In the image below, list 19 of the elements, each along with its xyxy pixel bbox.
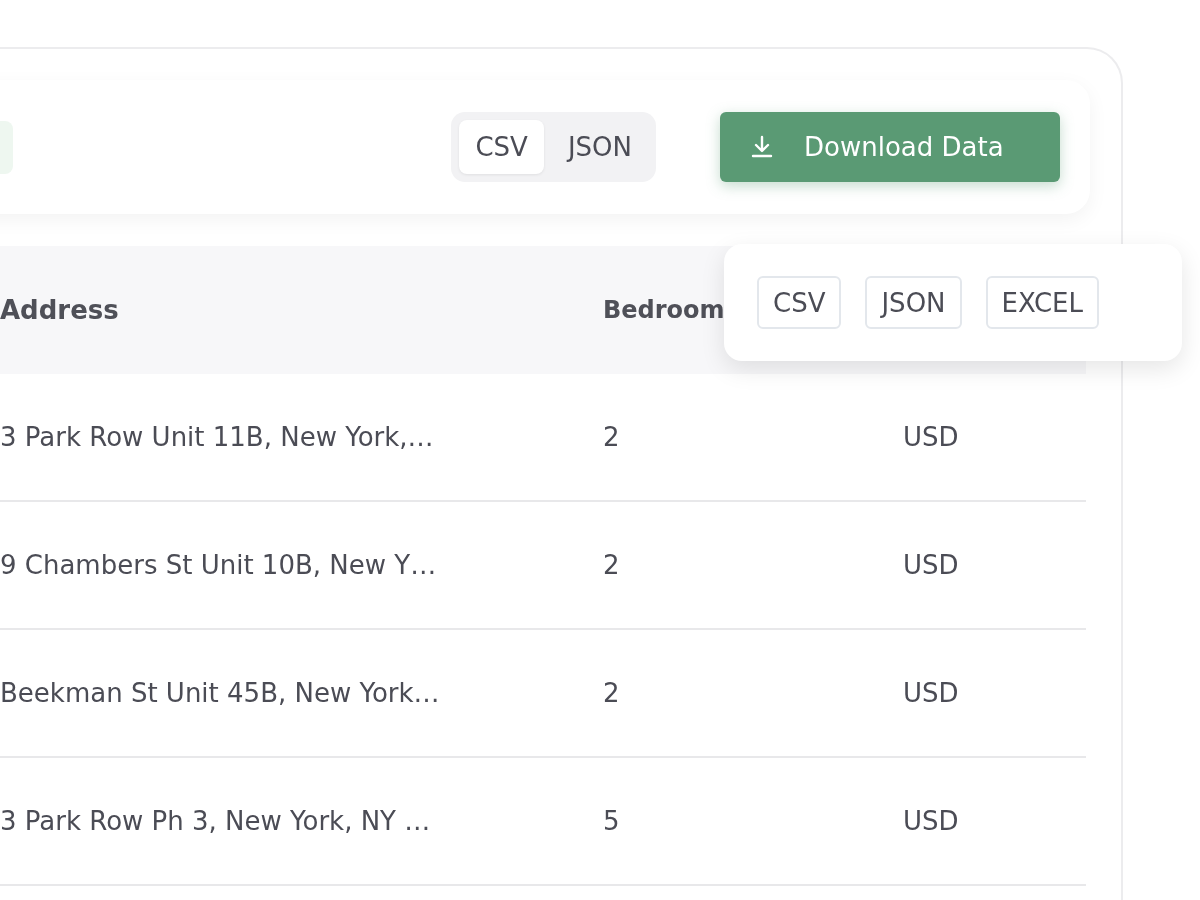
table-cell: USD bbox=[903, 550, 959, 580]
table-cell-text: 3 Park Row Unit 11B, New York,… bbox=[0, 422, 435, 452]
download-icon bbox=[750, 135, 774, 159]
table-cell: USD bbox=[903, 422, 959, 452]
format-tab[interactable]: CSV bbox=[459, 120, 544, 174]
format-option[interactable]: CSV bbox=[757, 276, 842, 329]
table-cell-text: 3 Park Row Ph 3, New York, NY … bbox=[0, 806, 432, 836]
format-option[interactable]: EXCEL bbox=[985, 276, 1099, 329]
table-cell-text: 5 bbox=[603, 806, 621, 836]
table-cell: USD bbox=[903, 806, 959, 836]
table-cell-text: 2 bbox=[603, 550, 621, 580]
table-cell-text: 2 bbox=[603, 422, 621, 452]
table-cell: USD bbox=[903, 678, 959, 708]
format-option[interactable]: JSON bbox=[865, 276, 962, 329]
table-cell-text: Beekman St Unit 45B, New York… bbox=[0, 678, 441, 708]
column-header: Address bbox=[0, 295, 120, 325]
column-header: Bedroom bbox=[603, 296, 725, 324]
table-cell-text: 9 Chambers St Unit 10B, New Y… bbox=[0, 550, 438, 580]
table-cell-text: 2 bbox=[603, 678, 621, 708]
